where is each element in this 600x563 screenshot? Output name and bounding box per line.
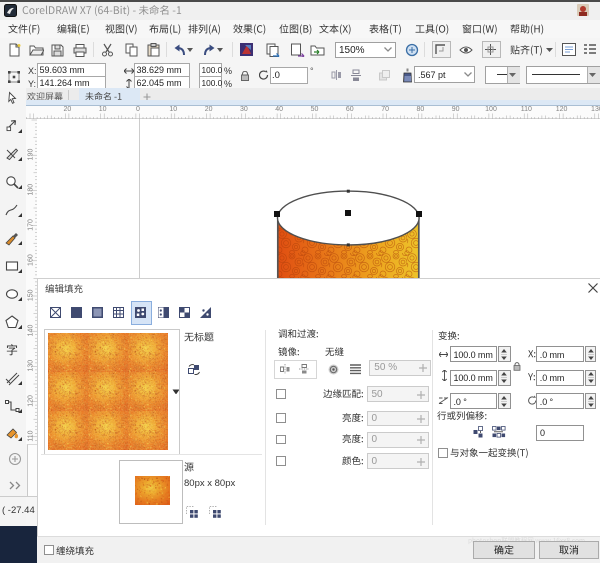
svg-text:180: 180 — [28, 184, 35, 196]
svg-text:170: 170 — [28, 219, 35, 231]
svg-text:120: 120 — [28, 395, 35, 407]
svg-text:140: 140 — [28, 325, 35, 337]
svg-text:190: 190 — [28, 149, 35, 161]
svg-text:130: 130 — [28, 360, 35, 372]
svg-text:110: 110 — [28, 430, 35, 441]
svg-text:150: 150 — [28, 289, 35, 301]
svg-text:160: 160 — [28, 254, 35, 266]
